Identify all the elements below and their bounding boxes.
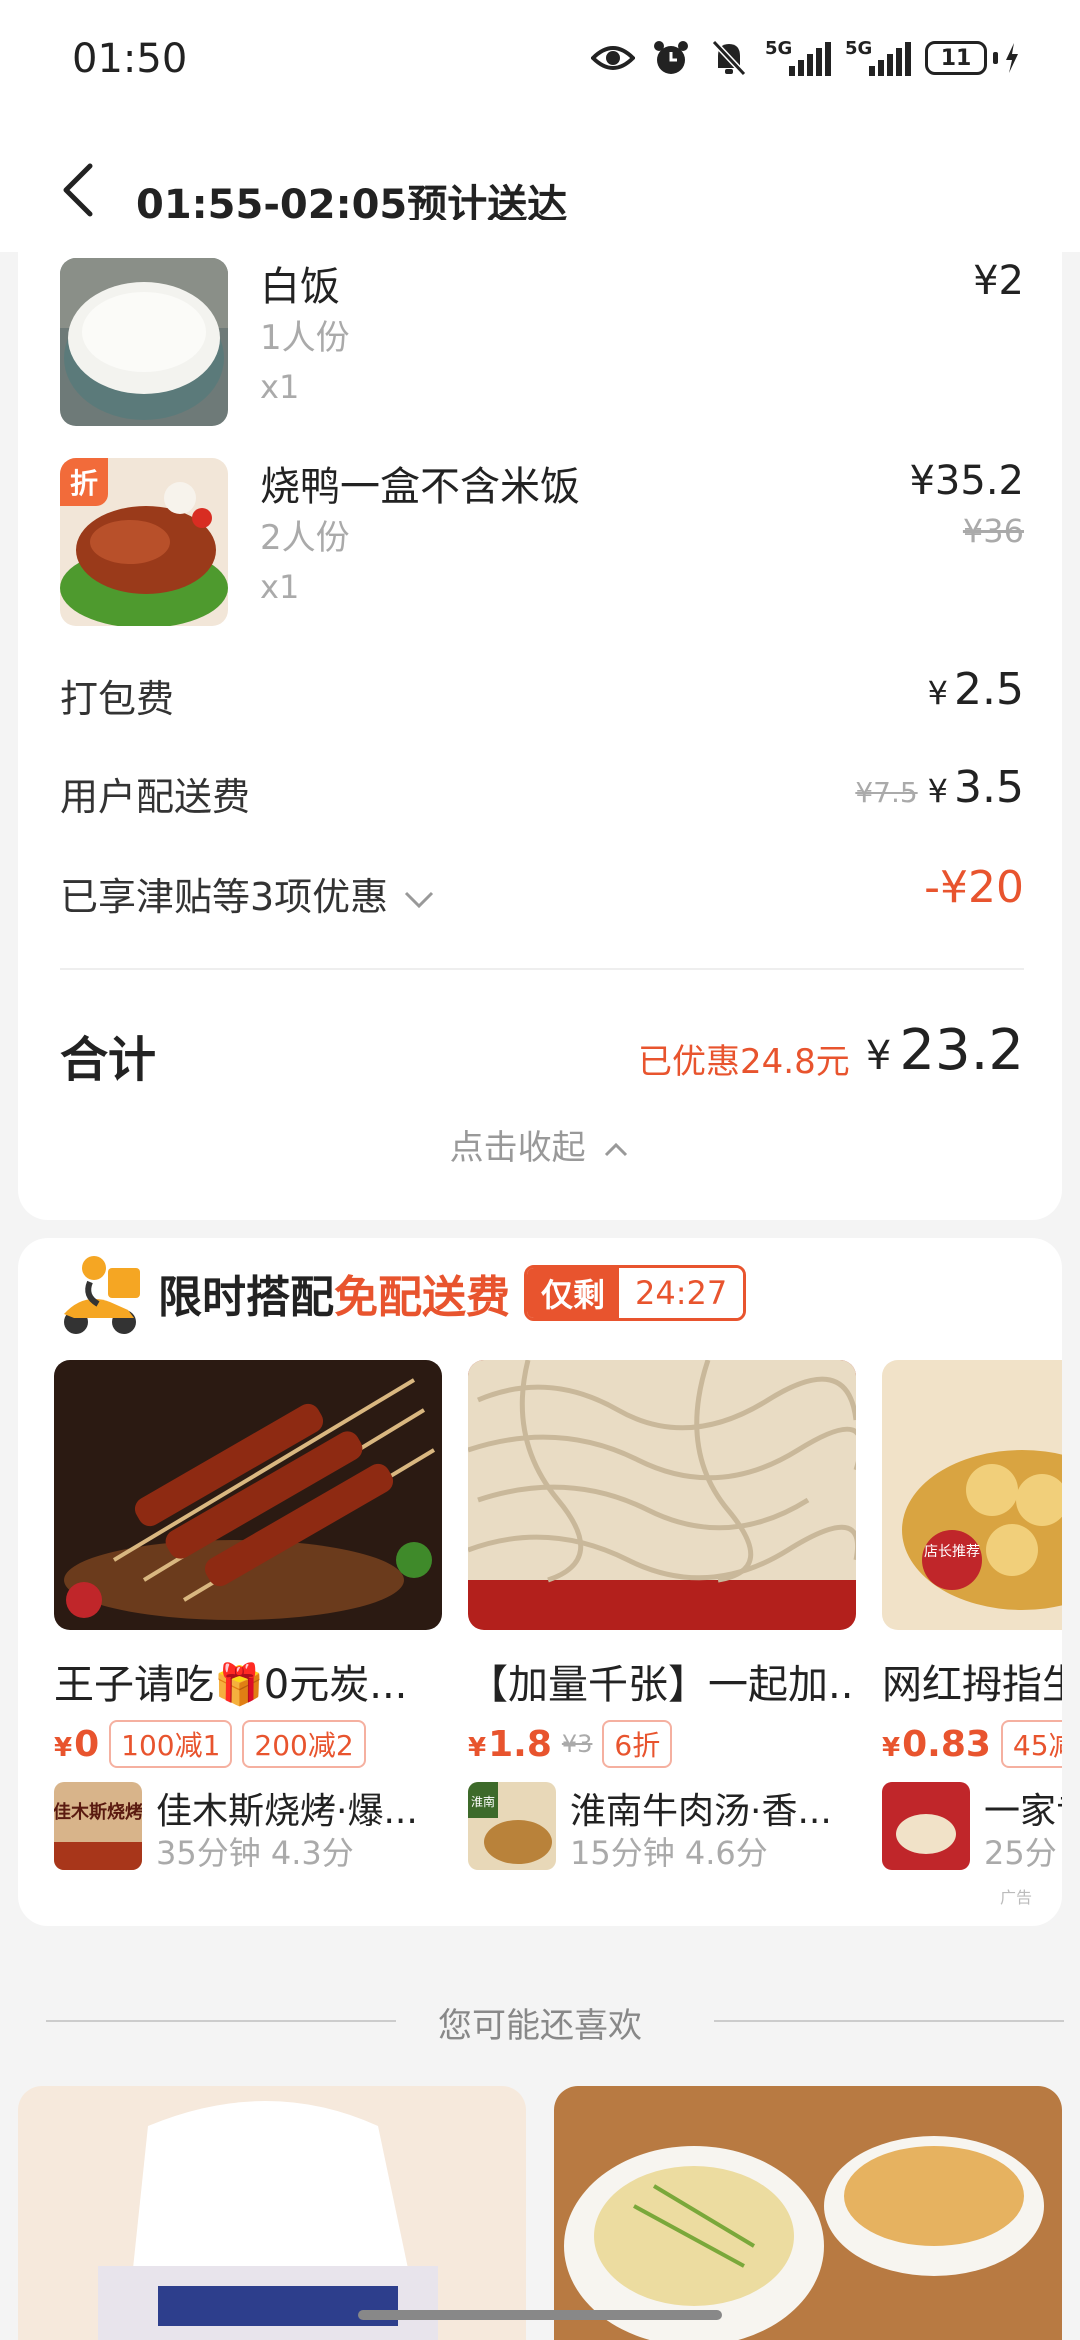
countdown-timer: 仅剩 24:27 bbox=[524, 1265, 747, 1321]
chevron-left-icon bbox=[63, 163, 93, 217]
status-icons: 5G 5G 11 bbox=[591, 38, 1020, 78]
promo-badge: 6折 bbox=[602, 1720, 673, 1768]
product-original-price: ¥3 bbox=[561, 1730, 593, 1758]
home-indicator[interactable] bbox=[358, 2310, 722, 2320]
item-name: 烧鸭一盒不含米饭 bbox=[260, 464, 580, 510]
shop-logo bbox=[882, 1782, 970, 1870]
discount-value: -¥20 bbox=[924, 862, 1024, 913]
back-button[interactable] bbox=[56, 160, 106, 220]
delivery-rider-icon bbox=[64, 1256, 140, 1334]
shop-name: 淮南牛肉汤·香... bbox=[570, 1791, 832, 1832]
collapse-button[interactable]: 点击收起 bbox=[0, 1120, 1080, 1169]
svg-text:店长推荐: 店长推荐 bbox=[924, 1544, 980, 1560]
promo-badge: 45减 bbox=[1000, 1720, 1062, 1768]
alarm-icon bbox=[649, 38, 693, 78]
total-saved: 已优惠24.8元 bbox=[638, 1042, 850, 1082]
item-original-price: ¥36 bbox=[962, 512, 1024, 550]
charging-icon bbox=[1006, 43, 1018, 73]
product-price-row: ¥0 100减1 200减2 bbox=[54, 1720, 442, 1768]
item-quantity: x1 bbox=[260, 368, 300, 406]
shop-info: 佳木斯烧烤 佳木斯烧烤·爆... 35分钟 4.3分 bbox=[54, 1782, 442, 1872]
product-name: 【加量千张】一起加... bbox=[468, 1662, 856, 1708]
noodles-image bbox=[468, 1360, 856, 1630]
shop-name: 佳木斯烧烤·爆... bbox=[156, 1791, 418, 1832]
promo-card: 限时搭配免配送费 仅剩 24:27 王子请吃🎁0元炭... ¥0 100减1 2… bbox=[18, 1238, 1062, 1926]
shop-info: 一家专 25分 bbox=[882, 1782, 1062, 1872]
promo-header: 限时搭配免配送费 仅剩 24:27 bbox=[54, 1248, 747, 1338]
recommend-card-tissue[interactable] bbox=[18, 2086, 526, 2340]
total-label: 合计 bbox=[60, 1032, 157, 1088]
product-price-row: ¥1.8 ¥3 6折 bbox=[468, 1720, 856, 1768]
discount-row[interactable]: 已享津贴等3项优惠 -¥20 bbox=[60, 862, 1024, 926]
shop-logo: 佳木斯烧烤 bbox=[54, 1782, 142, 1870]
skewers-image bbox=[54, 1360, 442, 1630]
discount-tag: 折 bbox=[60, 458, 108, 506]
ad-label: 广告 bbox=[999, 1888, 1032, 1907]
item-name: 白饭 bbox=[260, 264, 340, 310]
packing-fee-row: 打包费 ¥2.5 bbox=[60, 664, 1024, 728]
chevron-down-icon bbox=[405, 891, 434, 908]
shop-name: 一家专 bbox=[984, 1791, 1062, 1832]
packing-fee-value: ¥2.5 bbox=[927, 664, 1024, 715]
promo-product-card[interactable]: 王子请吃🎁0元炭... ¥0 100减1 200减2 佳木斯烧烤 佳木斯烧烤·爆… bbox=[54, 1360, 442, 1872]
shop-meta: 15分钟 4.6分 bbox=[570, 1834, 768, 1872]
item-spec: 1人份 bbox=[260, 318, 350, 358]
product-name: 王子请吃🎁0元炭... bbox=[54, 1662, 408, 1708]
recommend-card-food[interactable] bbox=[554, 2086, 1062, 2340]
packing-fee-label: 打包费 bbox=[60, 677, 175, 721]
svg-text:佳木斯烧烤: 佳木斯烧烤 bbox=[54, 1801, 142, 1823]
status-bar: 01:50 5G 5G 11 bbox=[0, 0, 1080, 120]
delivery-fee-row: 用户配送费 ¥7.5 ¥3.5 bbox=[60, 762, 1024, 826]
delivery-fee-value: ¥7.5 ¥3.5 bbox=[855, 762, 1024, 813]
battery-icon: 11 bbox=[925, 41, 1020, 75]
dumplings-image: 店长推荐 bbox=[882, 1360, 1062, 1630]
promo-product-card[interactable]: 店长推荐 网红拇指生 ¥0.83 45减 一家专 25分 bbox=[882, 1360, 1062, 1872]
promo-product-card[interactable]: 【加量千张】一起加... ¥1.8 ¥3 6折 淮南 淮南牛肉汤·香... 15… bbox=[468, 1360, 856, 1872]
shop-logo: 淮南 bbox=[468, 1782, 556, 1870]
svg-text:淮南: 淮南 bbox=[471, 1794, 495, 1809]
promo-title: 限时搭配免配送费 bbox=[158, 1272, 510, 1323]
item-quantity: x1 bbox=[260, 568, 300, 606]
total-value: ¥23.2 bbox=[865, 1018, 1024, 1083]
product-price-row: ¥0.83 45减 bbox=[882, 1720, 1062, 1768]
signal-icon-2: 5G bbox=[845, 38, 911, 76]
product-name: 网红拇指生 bbox=[882, 1662, 1062, 1708]
shop-info: 淮南 淮南牛肉汤·香... 15分钟 4.6分 bbox=[468, 1782, 856, 1872]
product-price: ¥1.8 bbox=[468, 1723, 552, 1765]
discount-label: 已享津贴等3项优惠 bbox=[60, 866, 436, 921]
item-price: ¥2 bbox=[973, 258, 1024, 304]
product-price: ¥0.83 bbox=[882, 1723, 991, 1765]
divider bbox=[60, 968, 1024, 970]
promo-badge: 100减1 bbox=[109, 1720, 233, 1768]
item-price: ¥35.2 bbox=[909, 458, 1024, 504]
shop-meta: 35分钟 4.3分 bbox=[156, 1834, 354, 1872]
recommend-title: 您可能还喜欢 bbox=[438, 2006, 642, 2046]
status-time: 01:50 bbox=[72, 36, 188, 82]
eye-icon bbox=[591, 38, 635, 78]
item-spec: 2人份 bbox=[260, 518, 350, 558]
delivery-fee-label: 用户配送费 bbox=[60, 775, 251, 819]
chevron-up-icon bbox=[605, 1142, 628, 1157]
rice-image bbox=[60, 258, 228, 426]
roast-duck-image: 折 bbox=[60, 458, 228, 626]
shop-meta: 25分 bbox=[984, 1834, 1057, 1872]
mute-bell-icon bbox=[707, 38, 751, 78]
divider-line bbox=[714, 2020, 1064, 2022]
signal-icon-1: 5G bbox=[765, 38, 831, 76]
product-price: ¥0 bbox=[54, 1723, 100, 1765]
promo-badge: 200减2 bbox=[242, 1720, 366, 1768]
